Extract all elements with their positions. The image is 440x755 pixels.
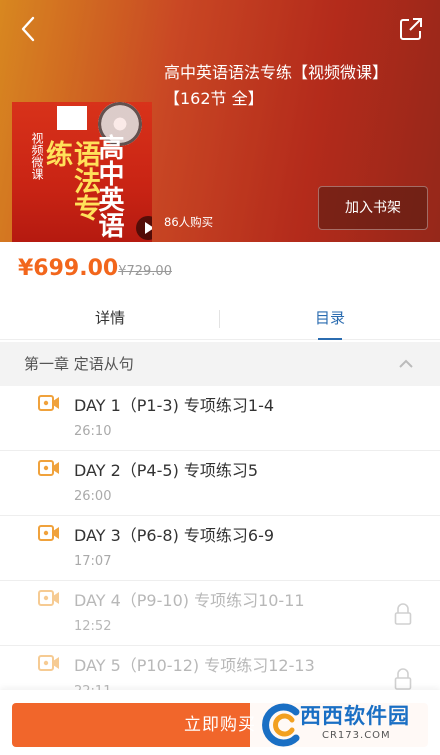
lesson-item[interactable]: DAY 1（P1-3) 专项练习1-4 26:10 bbox=[0, 386, 440, 451]
tab-bar: 详情 目录 bbox=[0, 298, 440, 340]
original-price: ¥729.00 bbox=[118, 264, 172, 279]
chevron-up-icon[interactable] bbox=[398, 356, 414, 372]
chapter-header[interactable]: 第一章 定语从句 bbox=[0, 342, 440, 386]
cover-title-grammar: 语法专练 bbox=[41, 140, 100, 221]
watermark-url: CR173.COM bbox=[322, 730, 391, 741]
watermark-logo: 西西软件园 CR173.COM bbox=[250, 696, 440, 755]
lesson-item[interactable]: DAY 3（P6-8) 专项练习6-9 17:07 bbox=[0, 516, 440, 581]
price-row: ¥699.00¥729.00 bbox=[18, 256, 172, 284]
lesson-title: DAY 5（P10-12) 专项练习12-13 bbox=[74, 656, 315, 675]
video-icon bbox=[38, 395, 59, 411]
video-icon bbox=[38, 655, 59, 671]
buyers-count: 86人购买 bbox=[164, 215, 214, 229]
lesson-title: DAY 2（P4-5) 专项练习5 bbox=[74, 461, 259, 480]
chapter-title: 第一章 定语从句 bbox=[24, 355, 134, 373]
video-icon bbox=[38, 590, 59, 606]
current-price: ¥699.00 bbox=[18, 256, 119, 281]
lock-icon bbox=[394, 603, 412, 625]
lesson-duration: 17:07 bbox=[74, 554, 112, 569]
video-icon bbox=[38, 525, 59, 541]
lesson-duration: 12:52 bbox=[74, 619, 112, 634]
tab-catalog[interactable]: 目录 bbox=[220, 298, 440, 340]
watermark-name: 西西软件园 bbox=[300, 704, 410, 728]
lesson-item[interactable]: DAY 2（P4-5) 专项练习5 26:00 bbox=[0, 451, 440, 516]
course-header: 视频微课 语法专练 高中英语 高中英语语法专练【视频微课】【162节 全】 86… bbox=[0, 0, 440, 242]
lesson-duration: 26:10 bbox=[74, 424, 112, 439]
lesson-duration: 26:00 bbox=[74, 489, 112, 504]
video-icon bbox=[38, 460, 59, 476]
lesson-title: DAY 3（P6-8) 专项练习6-9 bbox=[74, 526, 275, 545]
play-icon[interactable] bbox=[136, 216, 152, 240]
lesson-item-locked[interactable]: DAY 4（P9-10) 专项练习10-11 12:52 bbox=[0, 581, 440, 646]
add-to-shelf-button[interactable]: 加入书架 bbox=[318, 186, 428, 230]
lesson-title: DAY 1（P1-3) 专项练习1-4 bbox=[74, 396, 275, 415]
cover-title-english: 高中英语 bbox=[94, 134, 124, 238]
course-cover-image[interactable]: 视频微课 语法专练 高中英语 bbox=[12, 102, 152, 242]
watermark-c-icon bbox=[262, 703, 300, 747]
share-icon[interactable] bbox=[396, 14, 426, 44]
tab-details[interactable]: 详情 bbox=[0, 298, 220, 340]
lock-icon bbox=[394, 668, 412, 690]
cover-label-box bbox=[57, 106, 87, 130]
lesson-title: DAY 4（P9-10) 专项练习10-11 bbox=[74, 591, 305, 610]
back-icon[interactable] bbox=[14, 14, 44, 44]
course-title: 高中英语语法专练【视频微课】【162节 全】 bbox=[164, 63, 389, 108]
